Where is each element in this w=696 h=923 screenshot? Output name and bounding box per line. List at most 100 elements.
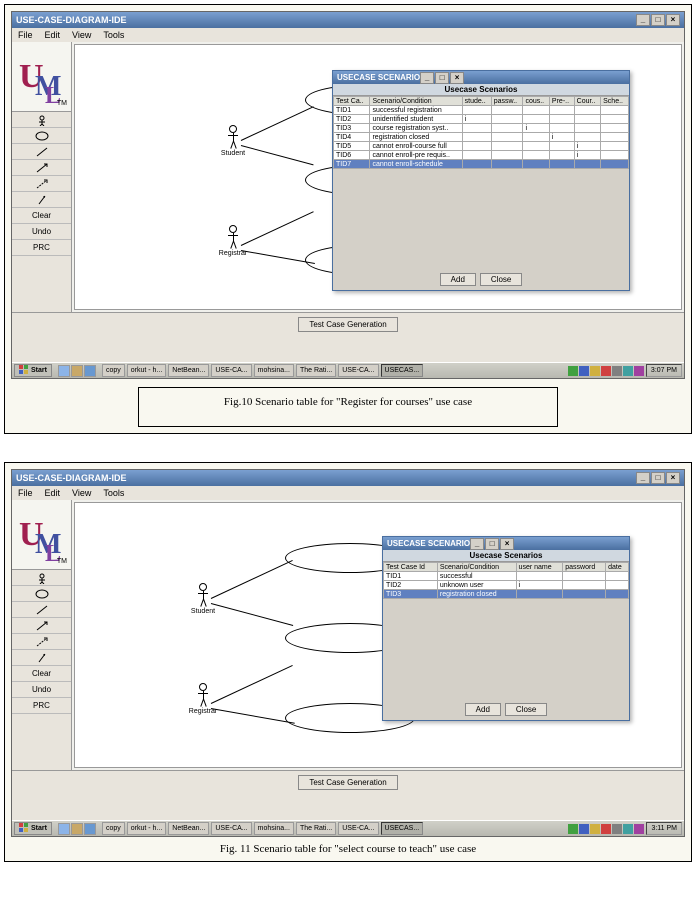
menu-edit[interactable]: Edit (45, 488, 61, 498)
cell[interactable] (574, 106, 600, 115)
cell[interactable] (462, 124, 491, 133)
cell[interactable] (516, 590, 563, 599)
taskbar-item[interactable]: USE-CA... (211, 364, 251, 377)
dialog-minimize-button[interactable]: _ (470, 538, 484, 550)
cell[interactable] (601, 124, 629, 133)
cell[interactable] (574, 160, 600, 169)
table-header[interactable]: passw.. (491, 97, 523, 106)
start-button[interactable]: Start (14, 364, 52, 377)
palette-tool-0[interactable] (12, 112, 71, 128)
tray-icon[interactable] (623, 366, 633, 376)
cell[interactable]: i (574, 151, 600, 160)
quicklaunch-icon[interactable] (71, 823, 83, 835)
cell[interactable] (491, 115, 523, 124)
cell[interactable] (523, 160, 549, 169)
actor-registrar[interactable]: Registrar (225, 225, 241, 257)
close-button[interactable]: × (666, 14, 680, 26)
cell[interactable] (491, 151, 523, 160)
cell[interactable] (606, 590, 629, 599)
cell[interactable] (462, 160, 491, 169)
maximize-button[interactable]: □ (651, 14, 665, 26)
table-row[interactable]: TID2unknown useri (384, 581, 629, 590)
minimize-button[interactable]: _ (636, 472, 650, 484)
tray-icon[interactable] (601, 824, 611, 834)
taskbar-item[interactable]: NetBean... (168, 822, 209, 835)
tray-icon[interactable] (590, 824, 600, 834)
cell[interactable] (491, 106, 523, 115)
tray-icon[interactable] (579, 366, 589, 376)
table-header[interactable]: stude.. (462, 97, 491, 106)
cell[interactable] (563, 581, 606, 590)
cell[interactable] (549, 124, 574, 133)
palette-undo[interactable]: Undo (12, 682, 71, 698)
table-row[interactable]: TID7cannot enroll-schedule (334, 160, 629, 169)
cell[interactable]: i (516, 581, 563, 590)
taskbar-item[interactable]: NetBean... (168, 364, 209, 377)
cell[interactable] (574, 133, 600, 142)
taskbar-item[interactable]: USE-CA... (211, 822, 251, 835)
table-header[interactable]: Cour.. (574, 97, 600, 106)
cell[interactable]: i (523, 124, 549, 133)
actor-student[interactable]: Student (225, 125, 241, 157)
table-header[interactable]: Scenario/Condition (437, 563, 516, 572)
cell[interactable] (606, 572, 629, 581)
table-header[interactable]: password (563, 563, 606, 572)
cell[interactable] (549, 106, 574, 115)
minimize-button[interactable]: _ (636, 14, 650, 26)
palette-tool-5[interactable] (12, 192, 71, 208)
taskbar-item[interactable]: copy (102, 822, 125, 835)
cell[interactable] (491, 142, 523, 151)
menu-file[interactable]: File (18, 30, 33, 40)
taskbar-item[interactable]: orkut - h... (127, 822, 167, 835)
maximize-button[interactable]: □ (651, 472, 665, 484)
clock[interactable]: 3:07 PM (646, 364, 682, 377)
table-header[interactable]: Sche.. (601, 97, 629, 106)
test-case-generation-button[interactable]: Test Case Generation (298, 775, 397, 790)
cell[interactable] (462, 133, 491, 142)
cell[interactable] (601, 133, 629, 142)
cell[interactable] (574, 115, 600, 124)
table-header[interactable]: date (606, 563, 629, 572)
table-row[interactable]: TID1successful (384, 572, 629, 581)
palette-tool-1[interactable] (12, 586, 71, 602)
cell[interactable] (523, 151, 549, 160)
cell[interactable] (606, 581, 629, 590)
quicklaunch-icon[interactable] (71, 365, 83, 377)
tray-icon[interactable] (634, 824, 644, 834)
cell[interactable] (601, 151, 629, 160)
table-header[interactable]: Test Ca.. (334, 97, 370, 106)
quicklaunch-icon[interactable] (84, 365, 96, 377)
table-row[interactable]: TID6cannot enroll-pre requis..i (334, 151, 629, 160)
palette-clear[interactable]: Clear (12, 208, 71, 224)
table-row[interactable]: TID3registration closed (384, 590, 629, 599)
table-header[interactable]: Pre-.. (549, 97, 574, 106)
cell[interactable]: i (574, 142, 600, 151)
palette-tool-0[interactable] (12, 570, 71, 586)
table-row[interactable]: TID2unidentified studenti (334, 115, 629, 124)
close-button[interactable]: Close (505, 703, 547, 716)
cell[interactable] (563, 590, 606, 599)
tray-icon[interactable] (601, 366, 611, 376)
cell[interactable] (462, 106, 491, 115)
cell[interactable] (601, 106, 629, 115)
palette-tool-5[interactable] (12, 650, 71, 666)
cell[interactable] (574, 124, 600, 133)
tray-icon[interactable] (568, 366, 578, 376)
cell[interactable] (491, 133, 523, 142)
taskbar-item[interactable]: mohsina... (254, 822, 294, 835)
palette-tool-2[interactable] (12, 144, 71, 160)
taskbar-item[interactable]: The Rati... (296, 822, 336, 835)
table-row[interactable]: TID4registration closedi (334, 133, 629, 142)
table-row[interactable]: TID3course registration syst..i (334, 124, 629, 133)
cell[interactable] (549, 115, 574, 124)
actor-registrar[interactable]: Registrar (195, 683, 211, 715)
palette-clear[interactable]: Clear (12, 666, 71, 682)
quicklaunch-icon[interactable] (84, 823, 96, 835)
tray-icon[interactable] (612, 366, 622, 376)
table-row[interactable]: TID1successful registration (334, 106, 629, 115)
palette-undo[interactable]: Undo (12, 224, 71, 240)
clock[interactable]: 3:11 PM (646, 822, 682, 835)
palette-prc[interactable]: PRC (12, 240, 71, 256)
dialog-close-button[interactable]: × (450, 72, 464, 84)
quicklaunch-icon[interactable] (58, 365, 70, 377)
